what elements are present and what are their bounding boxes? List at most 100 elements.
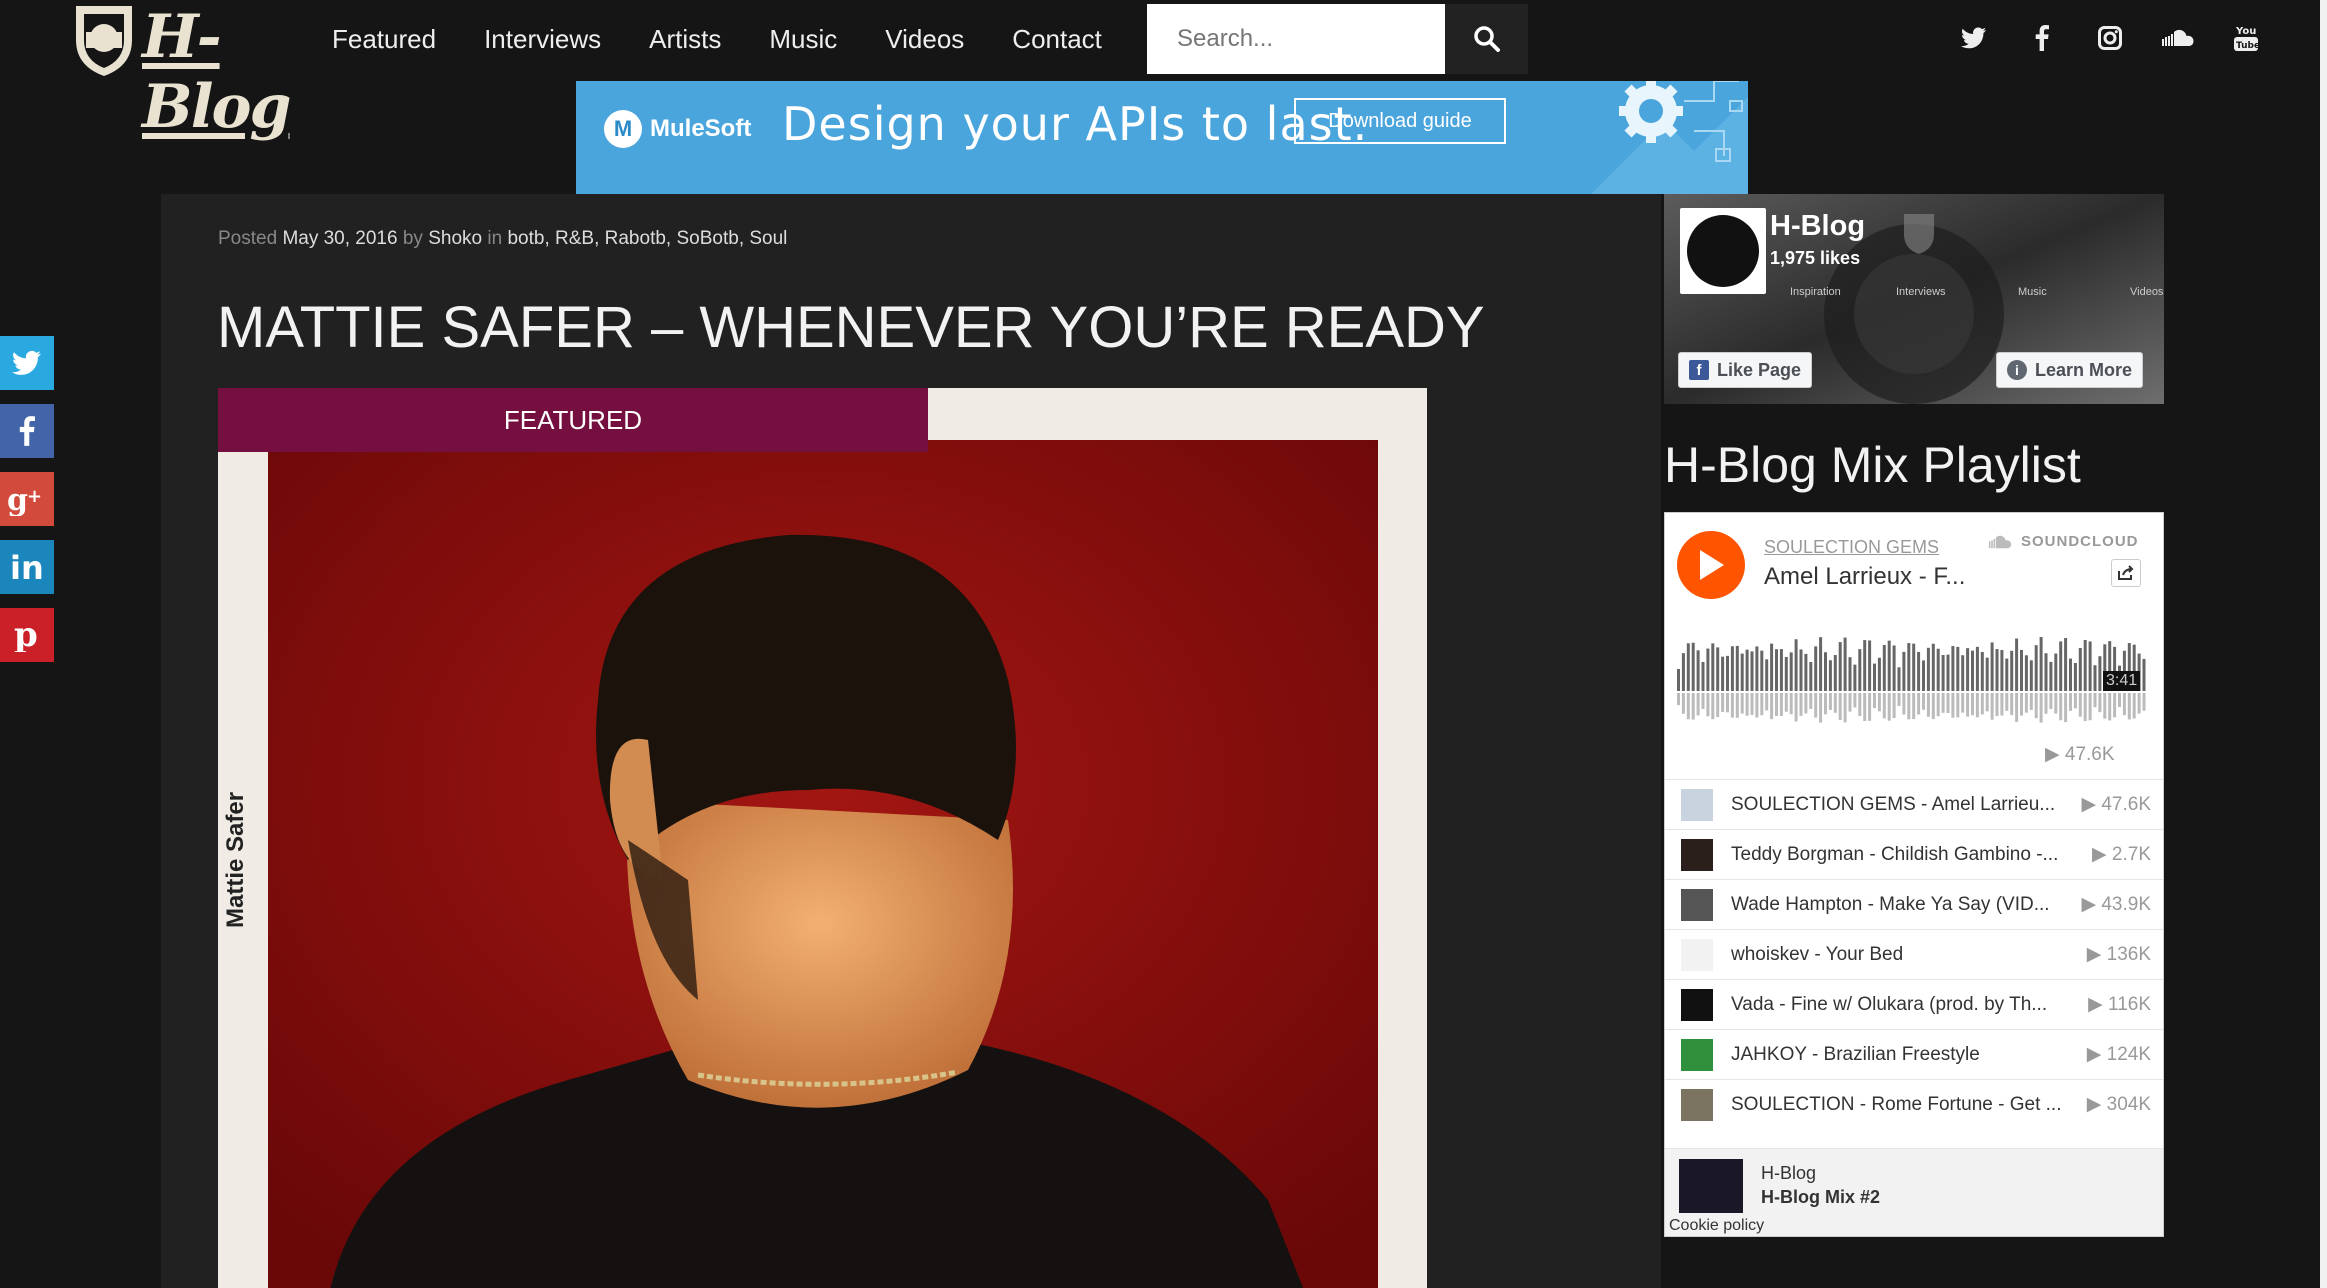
waveform-reflection-bar bbox=[1877, 693, 1881, 712]
waveform-reflection-bar bbox=[2049, 693, 2053, 710]
track-row[interactable]: SOULECTION - Rome Fortune - Get ... ▶ 304… bbox=[1665, 1079, 2163, 1129]
waveform-bar bbox=[1677, 669, 1680, 691]
playlist-artwork[interactable] bbox=[1679, 1159, 1743, 1213]
linkedin-icon: in bbox=[10, 551, 44, 583]
svg-text:g: g bbox=[7, 483, 28, 516]
share-button[interactable] bbox=[2111, 559, 2141, 587]
share-pinterest-button[interactable]: p bbox=[0, 608, 54, 662]
youtube-icon[interactable]: You Tube bbox=[2212, 20, 2280, 56]
track-row[interactable]: SOULECTION GEMS - Amel Larrieu... ▶ 47.6K bbox=[1665, 779, 2163, 829]
play-count-icon: ▶ bbox=[2086, 1044, 2107, 1065]
soundcloud-player: SOULECTION GEMS Amel Larrieux - F... SOU… bbox=[1664, 512, 2164, 1237]
waveform-bar bbox=[1828, 660, 1832, 691]
waveform-reflection-bar bbox=[1721, 693, 1725, 712]
cookie-policy-link[interactable]: Cookie policy bbox=[1669, 1217, 1764, 1235]
man-back-of-head-illustration bbox=[268, 440, 1378, 1288]
instagram-icon[interactable] bbox=[2076, 20, 2144, 56]
banner-ad[interactable]: M MuleSoft Design your APIs to last. Dow… bbox=[576, 81, 1748, 194]
post-author-link[interactable]: Shoko bbox=[428, 228, 482, 249]
like-page-button[interactable]: f Like Page bbox=[1678, 352, 1813, 388]
track-row[interactable]: Teddy Borgman - Childish Gambino -... ▶ 2… bbox=[1665, 829, 2163, 879]
featured-image[interactable]: FEATURED Mattie Safer bbox=[218, 388, 1427, 1288]
track-row-count-value: 43.9K bbox=[2101, 894, 2151, 915]
waveform-reflection-bar bbox=[1995, 693, 1999, 717]
nav-music[interactable]: Music bbox=[769, 20, 837, 58]
track-row[interactable]: whoiskev - Your Bed ▶ 136K bbox=[1665, 929, 2163, 979]
learn-more-button[interactable]: i Learn More bbox=[1996, 352, 2144, 388]
category-link[interactable]: Rabotb bbox=[605, 228, 666, 249]
track-user-link[interactable]: SOULECTION GEMS bbox=[1764, 537, 1939, 558]
twitter-icon[interactable] bbox=[1940, 20, 2008, 56]
nav-contact[interactable]: Contact bbox=[1012, 20, 1102, 58]
waveform-reflection-bar bbox=[1956, 693, 1960, 718]
play-count: ▶ 47.6K bbox=[2045, 744, 2115, 765]
track-row[interactable]: Wade Hampton - Make Ya Say (VID... ▶ 43.9… bbox=[1665, 879, 2163, 929]
waveform[interactable] bbox=[1677, 621, 2151, 741]
waveform-reflection-bar bbox=[1740, 693, 1744, 714]
facebook-page-name[interactable]: H-Blog bbox=[1770, 210, 1865, 243]
category-link[interactable]: R&B bbox=[555, 228, 594, 249]
playlist-title[interactable]: H-Blog Mix #2 bbox=[1761, 1187, 1880, 1208]
waveform-reflection-bar bbox=[1863, 693, 1867, 721]
share-linkedin-button[interactable]: in bbox=[0, 540, 54, 594]
waveform-reflection-bar bbox=[1760, 693, 1764, 716]
facebook-page-avatar[interactable] bbox=[1680, 208, 1766, 294]
svg-text:p: p bbox=[14, 618, 38, 652]
track-row-count-value: 116K bbox=[2108, 994, 2151, 1015]
category-link[interactable]: botb bbox=[507, 228, 544, 249]
nav-featured[interactable]: Featured bbox=[332, 20, 436, 58]
waveform-bar bbox=[1902, 651, 1906, 691]
waveform-bar bbox=[1809, 661, 1813, 691]
waveform-bar bbox=[1701, 661, 1705, 691]
playlist-heading: H-Blog Mix Playlist bbox=[1664, 437, 2081, 493]
waveform-bar bbox=[1907, 643, 1911, 691]
playlist-user[interactable]: H-Blog bbox=[1761, 1163, 1816, 1184]
waveform-reflection-bar bbox=[1833, 693, 1837, 713]
nav-videos[interactable]: Videos bbox=[885, 20, 964, 58]
waveform-bar bbox=[1941, 654, 1945, 691]
waveform-reflection-bar bbox=[1985, 693, 1989, 712]
share-twitter-button[interactable] bbox=[0, 336, 54, 390]
track-row-count: ▶ 2.7K bbox=[2092, 843, 2151, 866]
waveform-reflection-bar bbox=[1735, 693, 1739, 718]
track-title[interactable]: Amel Larrieux - F... bbox=[1764, 563, 1965, 591]
nav-artists[interactable]: Artists bbox=[649, 20, 721, 58]
waveform-reflection-bar bbox=[1794, 693, 1798, 722]
site-logo[interactable]: H-Blog bbox=[66, 0, 298, 142]
soundcloud-logo[interactable]: SOUNDCLOUD bbox=[1983, 533, 2139, 550]
mulesoft-logo: M MuleSoft bbox=[604, 99, 754, 159]
waveform-bar bbox=[1755, 646, 1759, 691]
waveform-reflection-bar bbox=[1843, 693, 1847, 723]
facebook-icon[interactable] bbox=[2008, 20, 2076, 56]
waveform-reflection-bar bbox=[1706, 693, 1710, 717]
waveform-bar bbox=[1873, 663, 1876, 691]
category-link[interactable]: SoBotb bbox=[676, 228, 738, 249]
waveform-bar bbox=[1990, 642, 1994, 691]
track-row[interactable]: JAHKOY - Brazilian Freestyle ▶ 124K bbox=[1665, 1029, 2163, 1079]
waveform-reflection-bar bbox=[1971, 693, 1974, 716]
track-row-count: ▶ 47.6K bbox=[2081, 793, 2151, 816]
track-row-count: ▶ 304K bbox=[2087, 1093, 2151, 1116]
share-facebook-button[interactable] bbox=[0, 404, 54, 458]
waveform-bar bbox=[1877, 657, 1881, 691]
track-row[interactable]: Vada - Fine w/ Olukara (prod. by Th... ▶ … bbox=[1665, 979, 2163, 1029]
search-button[interactable] bbox=[1445, 4, 1528, 74]
waveform-reflection-bar bbox=[1882, 693, 1886, 719]
waveform-bar bbox=[1956, 646, 1960, 691]
waveform-bar bbox=[2020, 649, 2023, 691]
play-count-icon: ▶ bbox=[2081, 894, 2102, 915]
share-google-plus-button[interactable]: g + bbox=[0, 472, 54, 526]
facebook-icon: f bbox=[1689, 360, 1709, 380]
category-link[interactable]: Soul bbox=[749, 228, 787, 249]
search-input[interactable] bbox=[1147, 4, 1445, 74]
play-button[interactable] bbox=[1677, 531, 1745, 599]
download-guide-button[interactable]: Download guide bbox=[1294, 98, 1506, 144]
nav-interviews[interactable]: Interviews bbox=[484, 20, 601, 58]
track-row-count-value: 304K bbox=[2106, 1094, 2151, 1115]
svg-text:Tube: Tube bbox=[2236, 41, 2258, 51]
waveform-bar bbox=[1912, 643, 1916, 691]
track-row-title: JAHKOY - Brazilian Freestyle bbox=[1731, 1043, 1980, 1065]
waveform-reflection-bar bbox=[1745, 693, 1749, 716]
soundcloud-icon[interactable] bbox=[2144, 20, 2212, 56]
like-page-label: Like Page bbox=[1717, 359, 1802, 380]
